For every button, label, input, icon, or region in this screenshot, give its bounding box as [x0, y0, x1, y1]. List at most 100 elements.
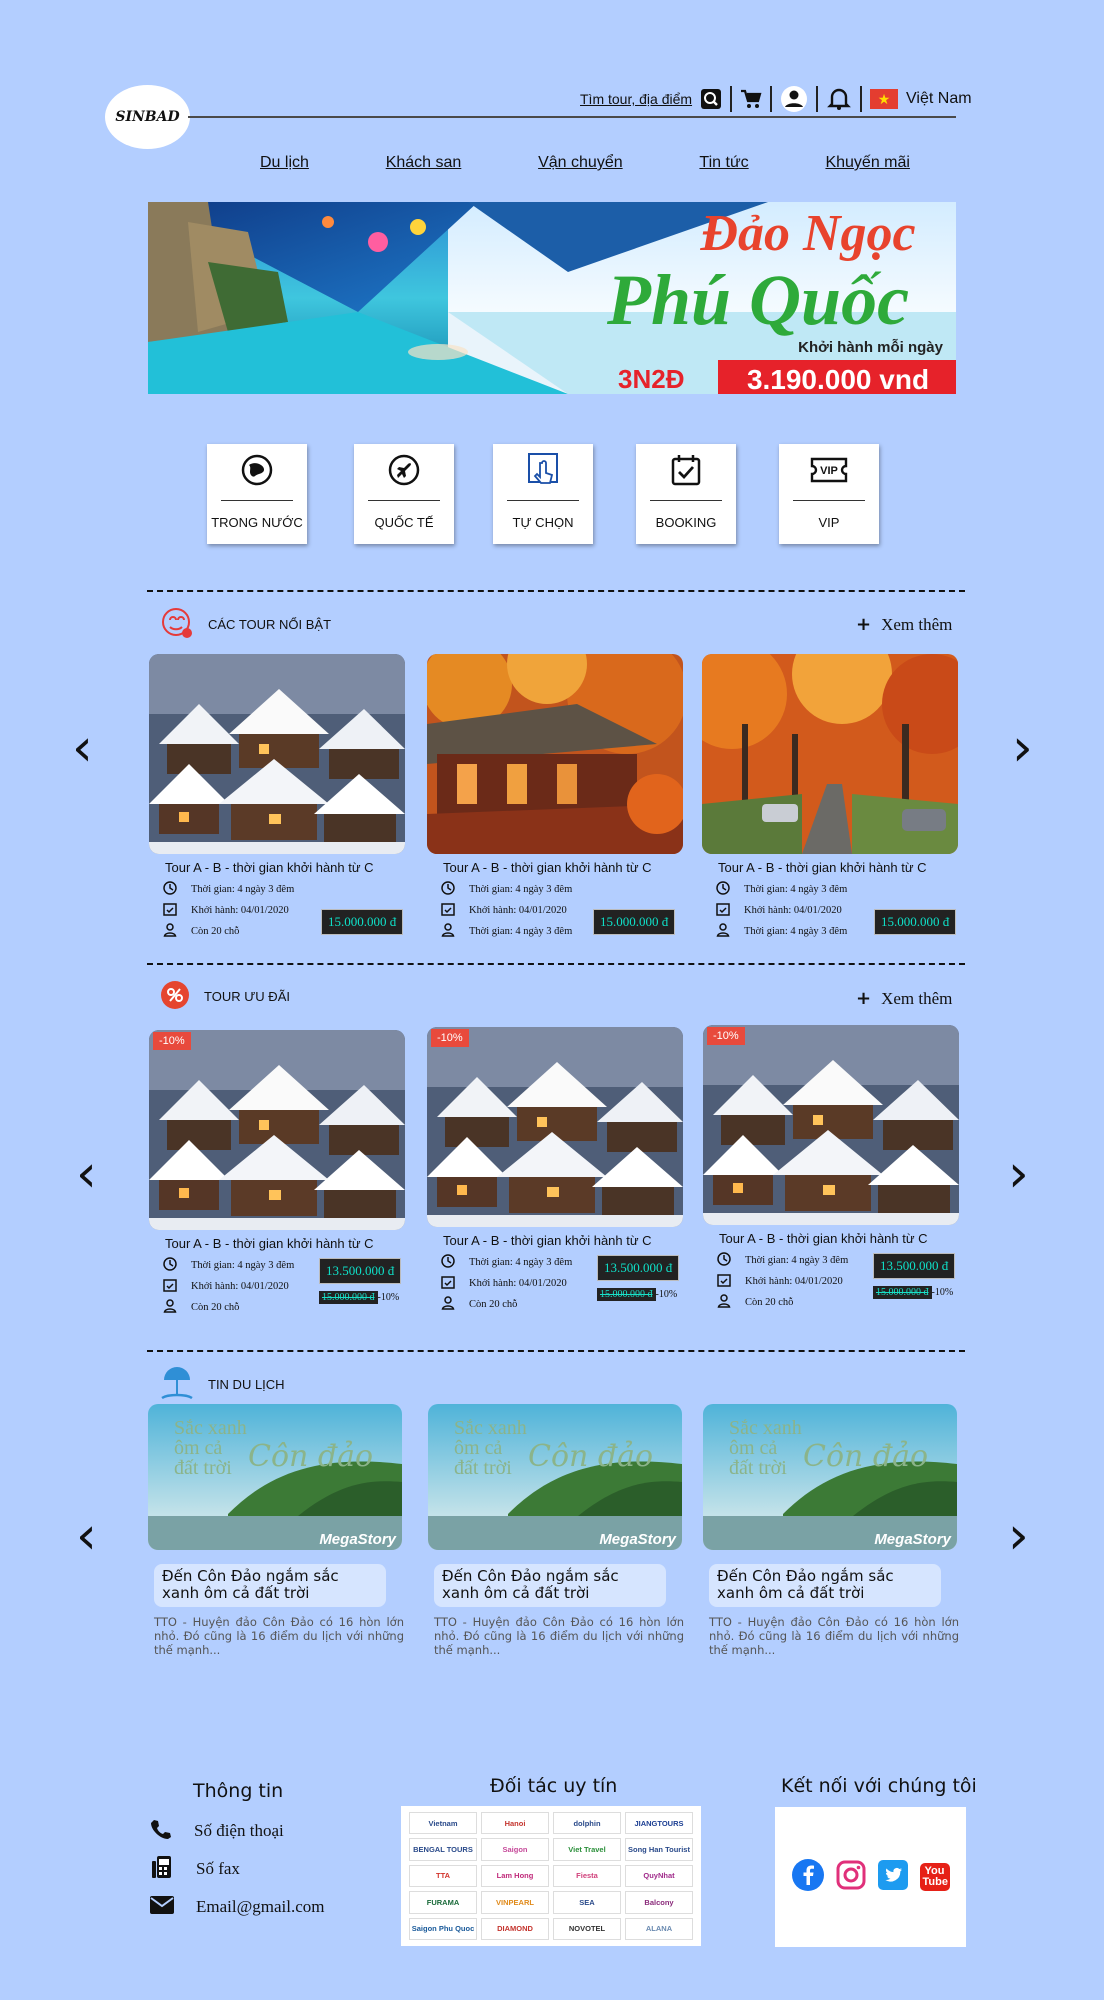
partners-logo-grid: Vietnam Hanoi dolphin JIANGTOURS BENGAL …	[401, 1806, 701, 1946]
nav-item-khach-san[interactable]: Khách san	[386, 154, 462, 172]
featured-see-more[interactable]: + Xem thêm	[856, 614, 952, 635]
tour-seats: Còn 20 chỗ	[745, 1297, 794, 1308]
nav-item-tin-tuc[interactable]: Tin tức	[699, 154, 748, 172]
featured-section-title: CÁC TOUR NỔI BẬT	[208, 617, 332, 632]
clock-icon	[716, 881, 730, 898]
news-title[interactable]: Đến Côn Đảo ngắm sắc xanh ôm cả đất trời	[434, 1564, 666, 1607]
news-title[interactable]: Đến Côn Đảo ngắm sắc xanh ôm cả đất trời	[709, 1564, 941, 1607]
partner-logo[interactable]: dolphin	[553, 1812, 621, 1835]
featured-tour-card[interactable]: Tour A - B - thời gian khởi hành từ C Th…	[149, 654, 405, 942]
tour-title[interactable]: Tour A - B - thời gian khởi hành từ C	[443, 860, 683, 875]
logo[interactable]: SINBAD	[105, 85, 190, 149]
cart-icon[interactable]	[740, 88, 762, 110]
partner-logo[interactable]: DIAMOND	[481, 1917, 549, 1940]
svg-text:đất trời: đất trời	[454, 1457, 512, 1479]
partner-logo[interactable]: TTA	[409, 1864, 477, 1888]
calendar-check-icon	[163, 902, 177, 919]
search-icon[interactable]	[700, 88, 722, 110]
footer-phone-row[interactable]: Số điện thoại	[150, 1812, 325, 1850]
category-label: BOOKING	[655, 515, 717, 530]
partner-logo[interactable]: JIANGTOURS	[625, 1812, 693, 1835]
category-booking[interactable]: BOOKING	[636, 444, 736, 544]
instagram-icon[interactable]	[836, 1860, 866, 1895]
partner-logo[interactable]: Viet Travel	[553, 1838, 621, 1861]
category-quoc-te[interactable]: QUỐC TẾ	[354, 444, 454, 544]
tour-title[interactable]: Tour A - B - thời gian khởi hành từ C	[719, 1231, 959, 1246]
partner-logo[interactable]: Balcony	[625, 1891, 693, 1914]
search-link[interactable]: Tìm tour, địa điểm	[580, 91, 692, 107]
banner-price: 3.190.000 vnd	[747, 364, 929, 394]
partner-logo[interactable]: Fiesta	[553, 1864, 621, 1888]
deals-see-more[interactable]: + Xem thêm	[856, 988, 952, 1009]
top-bar: Tìm tour, địa điểm ★ Việt Nam	[580, 84, 972, 114]
featured-prev-arrow[interactable]: ‹	[72, 722, 93, 774]
partner-logo[interactable]: QuyNhat	[625, 1864, 693, 1888]
tour-duration: Thời gian: 4 ngày 3 đêm	[469, 884, 573, 895]
section-divider	[147, 1350, 965, 1352]
nav-item-van-chuyen[interactable]: Vận chuyển	[538, 154, 623, 172]
twitter-icon[interactable]	[877, 1859, 908, 1895]
category-divider	[507, 500, 579, 501]
partner-logo[interactable]: Vietnam	[409, 1812, 477, 1835]
tour-title[interactable]: Tour A - B - thời gian khởi hành từ C	[443, 1233, 683, 1248]
vietnam-flag-icon[interactable]: ★	[870, 89, 899, 109]
tour-title[interactable]: Tour A - B - thời gian khởi hành từ C	[718, 860, 958, 875]
svg-text:đất trời: đất trời	[729, 1457, 787, 1479]
news-card[interactable]: Sắc xanh ôm cả đất trời Côn đảo MegaStor…	[428, 1404, 684, 1658]
tour-duration: Thời gian: 4 ngày 3 đêm	[191, 884, 295, 895]
airplane-icon	[354, 444, 454, 496]
partner-logo[interactable]: Saigon Phu Quoc	[409, 1917, 477, 1940]
phone-icon	[150, 1818, 172, 1845]
svg-text:Côn đảo: Côn đảo	[248, 1439, 373, 1474]
news-title[interactable]: Đến Côn Đảo ngắm sắc xanh ôm cả đất trời	[154, 1564, 386, 1607]
news-prev-arrow[interactable]: ‹	[76, 1510, 97, 1562]
deal-tour-card[interactable]: -10% Tour A - B - thời gian khởi hành từ…	[427, 1027, 683, 1315]
category-vip[interactable]: VIP VIP	[779, 444, 879, 544]
language-label[interactable]: Việt Nam	[906, 90, 972, 108]
news-card[interactable]: Sắc xanh ôm cả đất trời Côn đảo MegaStor…	[148, 1404, 404, 1658]
partner-logo[interactable]: Song Han Tourist	[625, 1838, 693, 1861]
nav-item-du-lich[interactable]: Du lịch	[260, 154, 309, 172]
deal-tour-card[interactable]: -10% Tour A - B - thời gian khởi hành từ…	[703, 1025, 959, 1313]
partner-logo[interactable]: SEA	[553, 1891, 621, 1914]
promo-banner[interactable]: Đảo Ngọc Phú Quốc Khởi hành mỗi ngày 3N2…	[148, 202, 956, 394]
partner-logo[interactable]: VINPEARL	[481, 1891, 549, 1914]
partner-logo[interactable]: NOVOTEL	[553, 1917, 621, 1940]
deals-next-arrow[interactable]: ›	[1008, 1148, 1029, 1200]
category-divider	[793, 500, 865, 501]
partner-logo[interactable]: BENGAL TOURS	[409, 1838, 477, 1861]
user-icon[interactable]	[780, 85, 808, 113]
nav-item-khuyen-mai[interactable]: Khuyến mãi	[825, 154, 910, 172]
deals-prev-arrow[interactable]: ‹	[76, 1148, 97, 1200]
partner-logo[interactable]: Saigon	[481, 1838, 549, 1861]
news-card[interactable]: Sắc xanh ôm cả đất trời Côn đảo MegaStor…	[703, 1404, 959, 1658]
footer-email: Email@gmail.com	[196, 1897, 325, 1916]
fax-icon	[150, 1855, 174, 1884]
partner-logo[interactable]: ALANA	[625, 1917, 693, 1940]
partner-logo[interactable]: Lam Hong	[481, 1864, 549, 1888]
deal-tour-card[interactable]: -10% Tour A - B - thời gian khởi hành từ…	[149, 1030, 405, 1318]
footer-connect-title: Kết nối với chúng tôi	[781, 1775, 977, 1797]
tour-photo-snow-village: -10%	[149, 1030, 405, 1230]
featured-tour-card[interactable]: Tour A - B - thời gian khởi hành từ C Th…	[702, 654, 958, 942]
facebook-icon[interactable]	[791, 1858, 824, 1896]
bell-icon[interactable]	[826, 86, 852, 112]
featured-next-arrow[interactable]: ›	[1012, 722, 1033, 774]
partner-logo[interactable]: Hanoi	[481, 1812, 549, 1835]
footer-email-row[interactable]: Email@gmail.com	[150, 1888, 325, 1926]
category-label: TỰ CHỌN	[512, 515, 574, 530]
news-next-arrow[interactable]: ›	[1008, 1510, 1029, 1562]
tour-duration: Thời gian: 4 ngày 3 đêm	[469, 1257, 573, 1268]
tour-title[interactable]: Tour A - B - thời gian khởi hành từ C	[165, 860, 405, 875]
partner-logo[interactable]: FURAMA	[409, 1891, 477, 1914]
person-icon	[441, 1296, 455, 1313]
featured-tour-card[interactable]: Tour A - B - thời gian khởi hành từ C Th…	[427, 654, 683, 942]
news-description: TTO - Huyện đảo Côn Đảo có 16 hòn lớn nh…	[154, 1614, 404, 1658]
footer-fax-row[interactable]: Số fax	[150, 1850, 325, 1888]
tour-title[interactable]: Tour A - B - thời gian khởi hành từ C	[165, 1236, 405, 1251]
category-divider	[368, 500, 440, 501]
banner-title-line1: Đảo Ngọc	[699, 205, 915, 262]
youtube-icon[interactable]: You Tube	[919, 1863, 950, 1891]
category-trong-nuoc[interactable]: TRONG NƯỚC	[207, 444, 307, 544]
category-tu-chon[interactable]: TỰ CHỌN	[493, 444, 593, 544]
